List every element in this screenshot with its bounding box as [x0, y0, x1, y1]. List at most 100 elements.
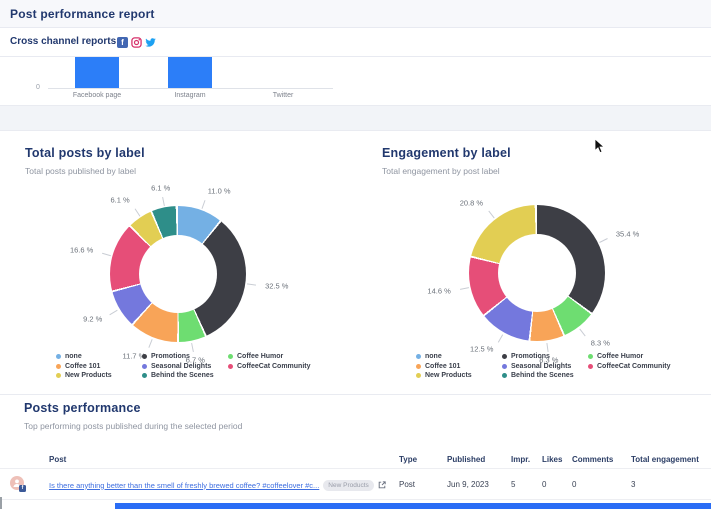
channels-bar-chart: 0 Facebook pageInstagramTwitter — [0, 57, 711, 105]
legend-item[interactable]: Seasonal Delights — [136, 362, 222, 372]
legend-label: Seasonal Delights — [511, 363, 571, 370]
legend-item[interactable]: Behind the Scenes — [136, 371, 222, 381]
x-axis-line — [48, 88, 333, 89]
legend-dot — [142, 354, 147, 359]
legend-item[interactable]: New Products — [50, 371, 136, 381]
legend-item[interactable]: Promotions — [496, 352, 582, 362]
facebook-icon[interactable]: f — [117, 37, 128, 48]
cell-published: Jun 9, 2023 — [447, 480, 489, 489]
post-link[interactable]: Is there anything better than the smell … — [49, 481, 319, 490]
bar-instagram[interactable] — [168, 57, 212, 88]
legend-label: Coffee 101 — [425, 363, 460, 370]
legend-dot — [416, 373, 421, 378]
avatar: f — [10, 476, 24, 490]
legend-dot — [502, 354, 507, 359]
legend-item[interactable]: CoffeeCat Community — [222, 362, 308, 372]
legend-label: none — [65, 353, 82, 360]
legend-dot — [142, 373, 147, 378]
legend-item[interactable]: Coffee Humor — [582, 352, 668, 362]
label-leader-line — [162, 197, 165, 206]
slice-percentage-label: 14.6 % — [427, 286, 450, 295]
legend-item[interactable]: CoffeeCat Community — [582, 362, 668, 372]
legend-dot — [588, 354, 593, 359]
legend-item[interactable]: Promotions — [136, 352, 222, 362]
legend-dot — [228, 354, 233, 359]
cell-total-engagement: 3 — [631, 480, 635, 489]
section-gap — [0, 105, 711, 131]
report-type-selector[interactable]: Cross channel reports — [10, 36, 128, 47]
legend-label: Coffee Humor — [597, 353, 643, 360]
page-header: Post performance report — [0, 0, 711, 28]
donut-hole — [498, 234, 576, 312]
donut-hole — [139, 235, 217, 313]
table-row: f Is there anything better than the smel… — [0, 470, 711, 500]
legend-label: CoffeeCat Community — [237, 363, 311, 370]
mouse-cursor — [594, 138, 605, 154]
legend-item[interactable]: Behind the Scenes — [496, 371, 582, 381]
legend-label: CoffeeCat Community — [597, 363, 671, 370]
legend-label: Promotions — [511, 353, 550, 360]
post-performance-report-page: Post performance report Cross channel re… — [0, 0, 711, 509]
legend-item[interactable]: Coffee 101 — [410, 362, 496, 372]
cell-comments: 0 — [572, 480, 576, 489]
label-leader-line — [459, 287, 468, 290]
total-posts-donut-chart[interactable]: 11.0 %32.5 %6.7 %11.7 %9.2 %16.6 %6.1 %6… — [68, 164, 288, 384]
label-leader-line — [134, 208, 140, 216]
slice-percentage-label: 16.6 % — [70, 245, 93, 254]
slice-percentage-label: 35.4 % — [616, 230, 639, 239]
slice-percentage-label: 8.3 % — [591, 338, 610, 347]
slice-percentage-label: 6.1 % — [110, 196, 129, 205]
legend-dot — [502, 364, 507, 369]
legend-label: Coffee 101 — [65, 363, 100, 370]
legend-dot — [502, 373, 507, 378]
column-header-published: Published — [447, 455, 485, 464]
divider — [0, 394, 711, 395]
legend-item[interactable]: Seasonal Delights — [496, 362, 582, 372]
slice-percentage-label: 6.1 % — [151, 183, 170, 192]
column-header-comments: Comments — [572, 455, 613, 464]
column-header-total-engagement: Total engagement — [631, 455, 699, 464]
legend-dot — [56, 364, 61, 369]
legend-item[interactable]: New Products — [410, 371, 496, 381]
column-header-impressions: Impr. — [511, 455, 530, 464]
slice-percentage-label: 11.0 % — [208, 187, 231, 196]
column-header-post: Post — [49, 455, 66, 464]
page-title: Post performance report — [10, 7, 155, 21]
legend-label: New Products — [65, 372, 112, 379]
label-leader-line — [102, 252, 111, 255]
bar-facebook-page[interactable] — [75, 57, 119, 88]
toolbar: Cross channel reports f May 1, 2023 Jun … — [0, 28, 711, 57]
legend-label: none — [425, 353, 442, 360]
x-axis-label: Instagram — [174, 92, 205, 99]
legend-label: Seasonal Delights — [151, 363, 211, 370]
column-header-likes: Likes — [542, 455, 562, 464]
legend-label: New Products — [425, 372, 472, 379]
facebook-badge-icon: f — [19, 485, 26, 492]
y-axis-tick: 0 — [36, 84, 40, 91]
cell-type: Post — [399, 480, 415, 489]
legend-label: Behind the Scenes — [511, 372, 574, 379]
slice-percentage-label: 32.5 % — [265, 282, 288, 291]
legend-dot — [228, 364, 233, 369]
external-link-icon[interactable] — [378, 481, 386, 489]
legend-dot — [56, 373, 61, 378]
legend-dot — [56, 354, 61, 359]
label-leader-line — [148, 339, 152, 348]
total-posts-legend: none Coffee 101 New Products PromotionsSeas… — [50, 352, 308, 381]
label-leader-line — [546, 343, 548, 352]
engagement-donut-chart[interactable]: 35.4 %8.3 %8.3 %12.5 %14.6 %20.8 % — [427, 163, 647, 383]
slice-percentage-label: 20.8 % — [460, 199, 483, 208]
legend-dot — [142, 364, 147, 369]
twitter-icon[interactable] — [145, 37, 156, 48]
legend-dot — [588, 364, 593, 369]
label-leader-line — [110, 310, 118, 315]
legend-item[interactable]: Coffee Humor — [222, 352, 308, 362]
table-header-row: Post Type Published Impr. Likes Comments… — [0, 449, 711, 469]
cell-likes: 0 — [542, 480, 546, 489]
instagram-icon[interactable] — [131, 37, 142, 48]
legend-item[interactable]: none — [50, 352, 136, 362]
legend-dot — [416, 354, 421, 359]
legend-item[interactable]: none — [410, 352, 496, 362]
legend-item[interactable]: Coffee 101 — [50, 362, 136, 372]
total-posts-title: Total posts by label — [25, 146, 145, 160]
